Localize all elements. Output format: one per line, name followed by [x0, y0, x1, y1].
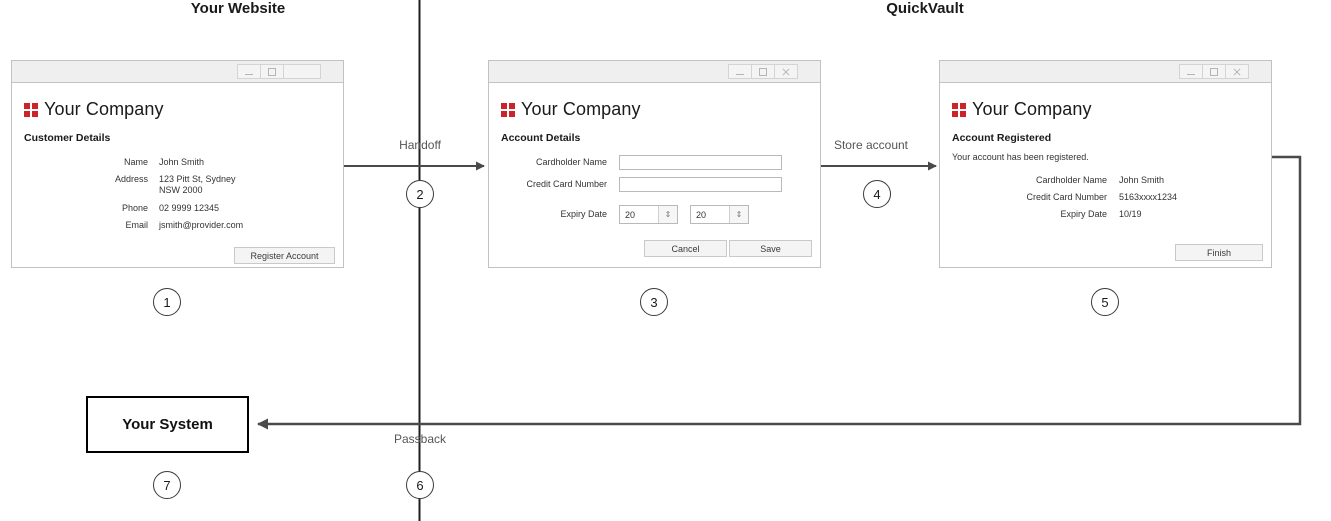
close-icon: [1233, 67, 1242, 76]
section-heading-customer-details: Customer Details: [24, 132, 111, 144]
field-row-name: Name John Smith: [72, 157, 204, 168]
window3-titlebar[interactable]: [940, 61, 1271, 83]
step-badge-7: 7: [153, 471, 181, 499]
field-row-credit-card-number: Credit Card Number: [509, 177, 782, 192]
brand-your-company: Your Company: [501, 99, 641, 120]
field-label-phone: Phone: [121, 203, 148, 213]
close-icon: [782, 67, 791, 76]
four-squares-logo-icon: [952, 102, 966, 117]
registration-confirmation-message: Your account has been registered.: [952, 152, 1089, 162]
field-label-credit-card-number: Credit Card Number: [526, 179, 607, 189]
four-squares-logo-icon: [501, 102, 515, 117]
up-down-arrows-icon[interactable]: ⇕: [729, 206, 748, 223]
cardholder-name-input[interactable]: [619, 155, 782, 170]
window3-body: Your Company Account Registered Your acc…: [940, 83, 1271, 267]
brand-name: Your Company: [44, 99, 164, 119]
window1-body: Your Company Customer Details Name John …: [12, 83, 343, 267]
field-row-cardholder-name: Cardholder Name: [509, 155, 782, 170]
maximize-button[interactable]: [260, 64, 284, 79]
window3-controls: [1179, 64, 1249, 79]
lane-title-your-website: Your Website: [190, 0, 286, 17]
field-row-expiry-date: Expiry Date 10/19: [985, 209, 1142, 220]
window2-titlebar[interactable]: [489, 61, 820, 83]
window1-titlebar[interactable]: [12, 61, 343, 83]
expiry-year-stepper[interactable]: 20 ⇕: [690, 205, 749, 224]
cancel-button[interactable]: Cancel: [644, 240, 727, 257]
step-badge-1: 1: [153, 288, 181, 316]
field-value-cardholder-name: John Smith: [1119, 175, 1165, 185]
close-button[interactable]: [774, 64, 798, 79]
field-row-phone: Phone 02 9999 12345: [72, 203, 219, 214]
field-row-address: Address 123 Pitt St, Sydney NSW 2000: [72, 174, 236, 196]
field-label-email: Email: [125, 220, 148, 230]
minimize-icon: [736, 73, 744, 75]
expiry-month-value: 20: [625, 209, 636, 220]
field-value-expiry-date: 10/19: [1119, 209, 1142, 219]
flow-label-store-account: Store account: [833, 138, 909, 152]
minimize-button[interactable]: [1179, 64, 1203, 79]
lane-title-quickvault: QuickVault: [886, 0, 964, 17]
brand-name: Your Company: [972, 99, 1092, 119]
maximize-button[interactable]: [1202, 64, 1226, 79]
close-button[interactable]: [1225, 64, 1249, 79]
your-system-box: Your System: [86, 396, 249, 453]
field-value-credit-card-number: 5163xxxx1234: [1119, 192, 1178, 202]
field-label-address: Address: [114, 174, 148, 184]
save-button[interactable]: Save: [729, 240, 812, 257]
field-label-expiry-date: Expiry Date: [560, 209, 607, 219]
step-badge-5: 5: [1091, 288, 1119, 316]
maximize-button[interactable]: [751, 64, 775, 79]
field-label-cardholder-name: Cardholder Name: [535, 157, 607, 167]
field-label-cardholder-name: Cardholder Name: [1035, 175, 1107, 185]
window-customer-details: Your Company Customer Details Name John …: [11, 60, 344, 268]
field-label-credit-card-number: Credit Card Number: [1026, 192, 1107, 202]
brand-your-company: Your Company: [24, 99, 164, 120]
credit-card-number-input[interactable]: [619, 177, 782, 192]
blank-button[interactable]: [283, 64, 321, 79]
brand-your-company: Your Company: [952, 99, 1092, 120]
field-value-email: jsmith@provider.com: [159, 220, 244, 230]
maximize-icon: [268, 67, 276, 76]
up-down-arrows-icon[interactable]: ⇕: [658, 206, 677, 223]
field-value-phone: 02 9999 12345: [159, 203, 220, 213]
minimize-button[interactable]: [237, 64, 261, 79]
field-value-name: John Smith: [159, 157, 205, 167]
window-account-details: Your Company Account Details Cardholder …: [488, 60, 821, 268]
field-row-cardholder-name: Cardholder Name John Smith: [985, 175, 1164, 186]
step-badge-6: 6: [406, 471, 434, 499]
expiry-year-value: 20: [696, 209, 707, 220]
field-label-expiry-date: Expiry Date: [1060, 209, 1107, 219]
field-row-expiry-date: Expiry Date 20 ⇕ 20 ⇕: [509, 205, 749, 224]
brand-name: Your Company: [521, 99, 641, 119]
field-label-name: Name: [123, 157, 148, 167]
minimize-button[interactable]: [728, 64, 752, 79]
window1-controls: [237, 64, 321, 79]
step-badge-3: 3: [640, 288, 668, 316]
window2-controls: [728, 64, 798, 79]
expiry-month-stepper[interactable]: 20 ⇕: [619, 205, 678, 224]
window2-body: Your Company Account Details Cardholder …: [489, 83, 820, 267]
step-badge-4: 4: [863, 180, 891, 208]
register-account-button[interactable]: Register Account: [234, 247, 335, 264]
diagram-canvas: Your Website QuickVault Your Company Cus…: [0, 0, 1331, 521]
four-squares-logo-icon: [24, 102, 38, 117]
minimize-icon: [1187, 73, 1195, 75]
flow-label-passback: Passback: [393, 432, 447, 446]
window-account-registered: Your Company Account Registered Your acc…: [939, 60, 1272, 268]
field-row-email: Email jsmith@provider.com: [72, 220, 243, 231]
flow-label-handoff: Handoff: [399, 138, 441, 152]
minimize-icon: [245, 73, 253, 75]
step-badge-2: 2: [406, 180, 434, 208]
maximize-icon: [1210, 67, 1218, 76]
finish-button[interactable]: Finish: [1175, 244, 1263, 261]
field-row-credit-card-number: Credit Card Number 5163xxxx1234: [985, 192, 1177, 203]
field-value-address: 123 Pitt St, Sydney NSW 2000: [159, 174, 236, 195]
section-heading-account-registered: Account Registered: [952, 132, 1052, 144]
maximize-icon: [759, 67, 767, 76]
section-heading-account-details: Account Details: [501, 132, 581, 144]
